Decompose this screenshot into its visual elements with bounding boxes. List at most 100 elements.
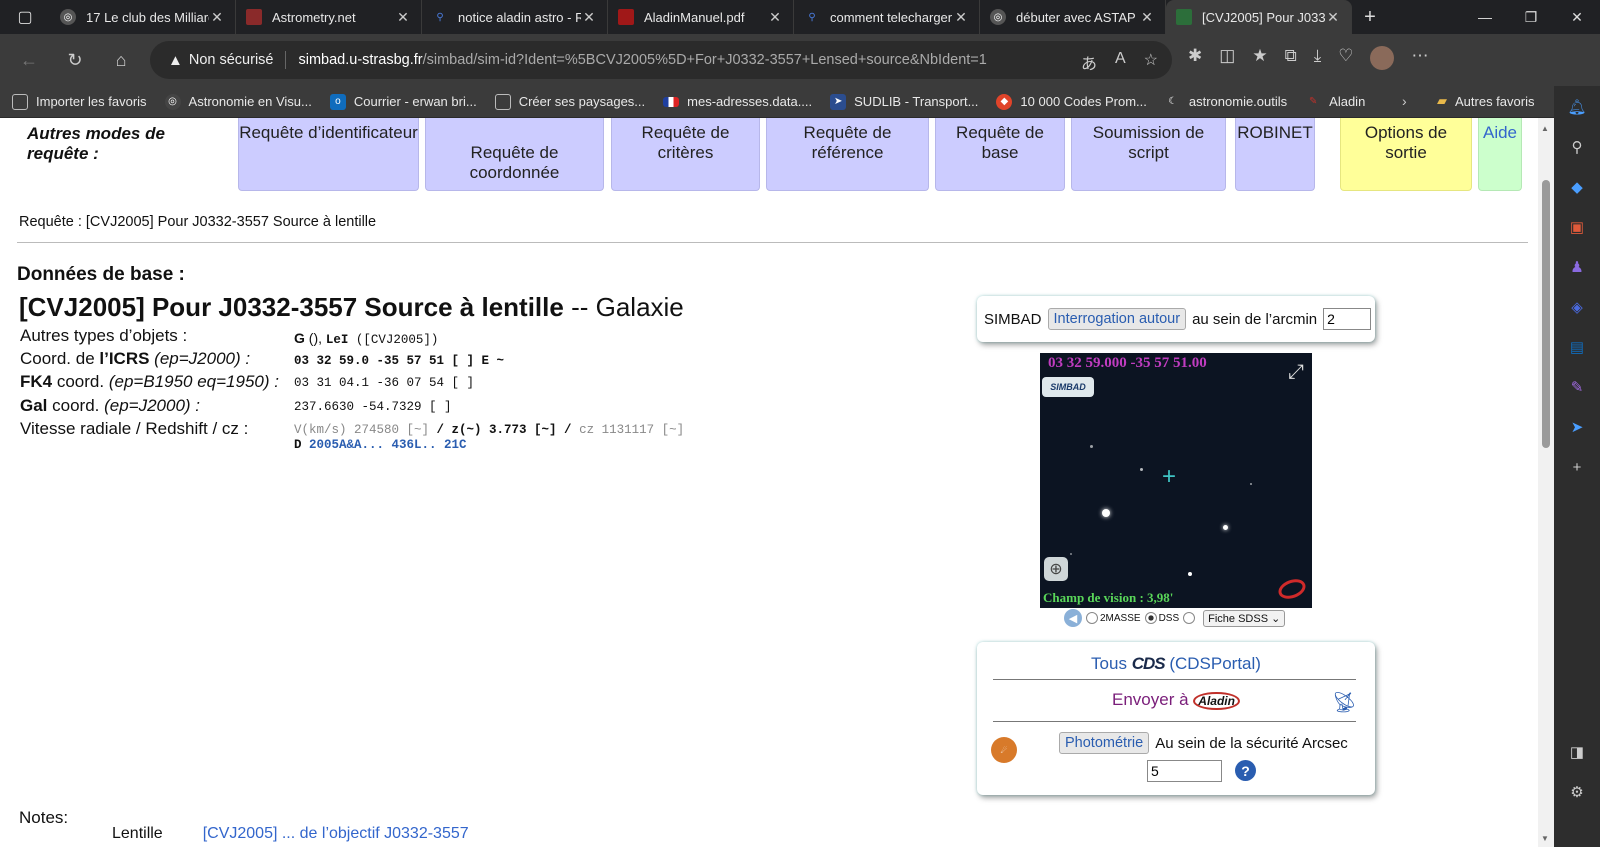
tab-3[interactable]: AladinManuel.pdf ✕ (608, 0, 794, 34)
arcmin-radius-input[interactable]: 2 (1323, 308, 1372, 330)
restore-icon[interactable]: ❐ (1508, 0, 1554, 34)
favorites-icon[interactable]: ★ (1252, 46, 1267, 70)
read-aloud-icon[interactable]: A (1115, 50, 1126, 74)
bookmark-2[interactable]: o Courrier - erwan bri... (329, 93, 477, 110)
favorite-star-icon[interactable]: ☆ (1144, 50, 1158, 74)
gal-value: 237.6630 -54.7329 [ ] (294, 400, 452, 414)
back-icon[interactable]: ← (6, 40, 52, 80)
tab-1[interactable]: Astrometry.net ✕ (236, 0, 422, 34)
mode-identifier-button[interactable]: Requête d’identificateur (238, 118, 419, 191)
copilot-icon[interactable]: ◈ (1566, 296, 1588, 318)
fullscreen-icon[interactable]: ⤢ (1288, 361, 1304, 384)
close-icon[interactable]: ✕ (767, 9, 783, 26)
survey-dss-radio[interactable] (1144, 612, 1157, 624)
bookmark-4[interactable]: mes-adresses.data.... (663, 94, 812, 109)
close-icon[interactable]: ✕ (395, 9, 411, 26)
bookmark-8[interactable]: ✎ Aladin (1305, 94, 1365, 110)
bookmark-3[interactable]: Créer ses paysages... (494, 93, 645, 110)
survey-2mass-radio[interactable] (1086, 612, 1098, 624)
chevron-right-icon[interactable]: › (1402, 93, 1407, 109)
extensions-icon[interactable]: ✱ (1188, 46, 1202, 70)
send-icon[interactable]: ➤ (1566, 416, 1588, 438)
mode-coordinate-button[interactable]: Requête de coordonnée (425, 118, 604, 191)
bookmark-0[interactable]: Importer les favoris (12, 93, 147, 110)
mode-criteria-button[interactable]: Requête de critères (611, 118, 760, 191)
scroll-down-icon[interactable]: ▼ (1541, 834, 1549, 843)
photometry-button[interactable]: Photométrie (1059, 732, 1150, 754)
tab-0[interactable]: ◎ 17 Le club des Milliard ✕ (50, 0, 236, 34)
query-around-button[interactable]: Interrogation autour (1047, 308, 1187, 330)
close-icon[interactable]: ✕ (209, 9, 225, 26)
bookmark-7[interactable]: ☾ astronomie.outils (1165, 94, 1287, 110)
crosshair-icon: + (1162, 463, 1177, 490)
scroll-up-icon[interactable]: ▲ (1541, 124, 1549, 133)
mode-reference-button[interactable]: Requête de référence (766, 118, 929, 191)
tab-actions-icon[interactable]: ▢ (0, 0, 50, 34)
add-icon[interactable]: + (1566, 456, 1588, 478)
close-window-icon[interactable]: ✕ (1554, 0, 1600, 34)
vizier-logo-icon[interactable]: ☄ (991, 737, 1017, 763)
home-icon[interactable]: ⌂ (98, 40, 144, 80)
games-icon[interactable]: ♟ (1566, 256, 1588, 278)
outlook-icon[interactable]: ▤ (1566, 336, 1588, 358)
close-icon[interactable]: ✕ (1139, 9, 1155, 26)
cds-logo[interactable]: CDS (1132, 654, 1166, 673)
cds-portal-link[interactable]: (CDSPortal) (1169, 654, 1261, 673)
galaxy-icon[interactable] (1275, 575, 1309, 603)
output-options-button[interactable]: Options de sortie (1340, 118, 1472, 191)
tab-5[interactable]: ◎ débuter avec ASTAP - ✕ (980, 0, 1166, 34)
samp-antenna-icon[interactable]: 📡︎ (1332, 690, 1357, 715)
bell-icon[interactable]: 🔔︎ (1566, 96, 1588, 118)
star (1223, 525, 1228, 530)
bookmark-1[interactable]: ◎ Astronomie en Visu... (164, 93, 312, 110)
target-icon[interactable]: ⊕ (1044, 557, 1068, 581)
close-icon[interactable]: ✕ (581, 9, 597, 26)
profile-avatar[interactable] (1370, 46, 1395, 70)
split-screen-icon[interactable]: ◫ (1219, 46, 1235, 70)
other-bookmarks[interactable]: ▰ Autres favoris (1437, 93, 1534, 109)
notes-link[interactable]: [CVJ2005] ... de l’objectif J0332-3557 (203, 825, 469, 842)
aladin-lite-viewer[interactable]: 03 32 59.000 -35 57 51.00 SIMBAD ⤢ + ⊕ C… (1040, 353, 1312, 608)
help-icon[interactable]: ? (1235, 760, 1256, 781)
send-to-aladin-row[interactable]: Envoyer à Aladin (977, 690, 1375, 710)
mode-basic-button[interactable]: Requête de base (935, 118, 1065, 191)
sidebar-toggle-icon[interactable]: ◨ (1566, 741, 1588, 763)
new-tab-button[interactable]: + (1352, 0, 1388, 34)
bookmark-6[interactable]: ◆ 10 000 Codes Prom... (996, 93, 1147, 110)
query-around-box: SIMBAD Interrogation autour au sein de l… (977, 296, 1375, 342)
arcsec-radius-input[interactable]: 5 (1147, 760, 1222, 782)
astrometry-icon (246, 9, 262, 25)
tab-4[interactable]: ⚲ comment telecharger ✕ (794, 0, 980, 34)
collections-icon[interactable]: ⧉ (1285, 46, 1297, 70)
minimize-icon[interactable]: — (1462, 0, 1508, 34)
bookmark-5[interactable]: ➤ SUDLIB - Transport... (830, 93, 978, 110)
reload-icon[interactable]: ↻ (52, 40, 98, 80)
briefcase-icon[interactable]: ▣ (1566, 216, 1588, 238)
simbad-logo[interactable]: SIMBAD (1042, 377, 1094, 397)
fiche-sdss-select[interactable]: Fiche SDSS ⌄ (1203, 609, 1286, 627)
mode-robinet-button[interactable]: ROBINET (1235, 118, 1315, 191)
back-arrow-icon[interactable]: ◀ (1064, 609, 1082, 627)
downloads-icon[interactable]: ⤓ (1314, 46, 1322, 70)
more-menu-icon[interactable]: ⋯ (1411, 46, 1428, 70)
scroll-thumb[interactable] (1542, 180, 1550, 448)
settings-icon[interactable]: ⚙ (1566, 781, 1588, 803)
warning-icon[interactable]: ▲ (168, 52, 183, 69)
search-icon[interactable]: ⚲ (1566, 136, 1588, 158)
translate-icon[interactable]: あ (1081, 50, 1097, 74)
health-icon[interactable]: ♡ (1338, 46, 1353, 70)
mode-script-button[interactable]: Soumission de script (1071, 118, 1226, 191)
help-button[interactable]: Aide (1478, 118, 1522, 191)
close-icon[interactable]: ✕ (953, 9, 969, 26)
survey-sdss-radio[interactable] (1183, 612, 1196, 624)
address-bar[interactable]: ▲ Non sécurisé simbad.u-strasbg.fr /simb… (150, 41, 1172, 79)
security-label[interactable]: Non sécurisé (189, 52, 274, 68)
tab-2[interactable]: ⚲ notice aladin astro - R ✕ (422, 0, 608, 34)
designer-icon[interactable]: ✎ (1566, 376, 1588, 398)
chevron-down-icon: ⌄ (1271, 612, 1281, 625)
page-scrollbar[interactable]: ▲ ▼ (1538, 118, 1554, 847)
close-icon[interactable]: ✕ (1325, 9, 1341, 26)
tab-6[interactable]: [CVJ2005] Pour J0332- ✕ (1166, 0, 1352, 34)
bibcode-link[interactable]: 2005A&A... 436L.. 21C (309, 438, 467, 452)
tag-icon[interactable]: ◆ (1566, 176, 1588, 198)
